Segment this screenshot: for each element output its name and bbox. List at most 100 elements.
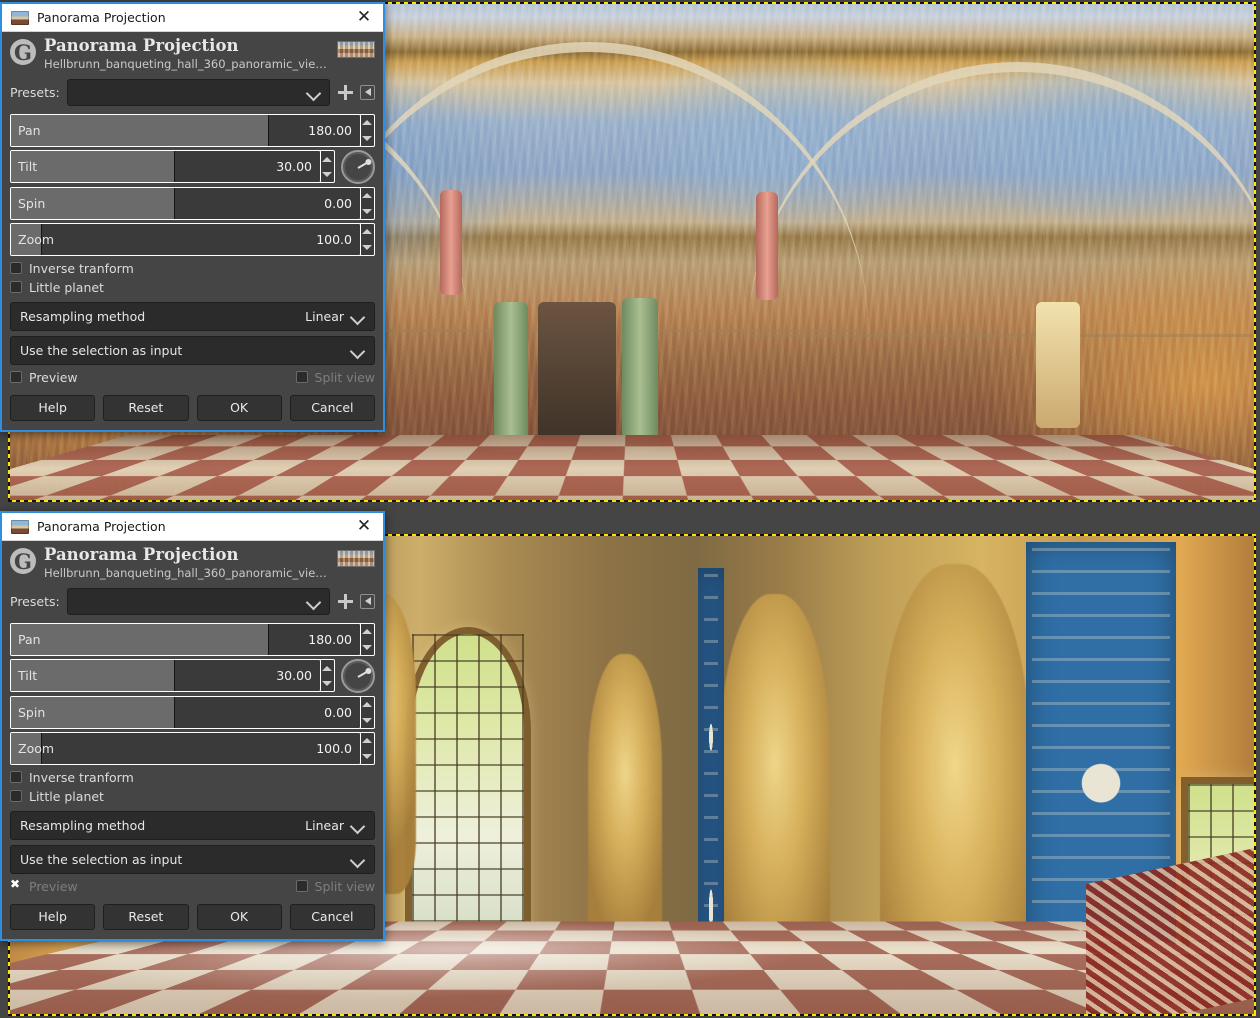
column	[494, 302, 528, 452]
panorama-projection-dialog-1[interactable]: Panorama Projection ✕ G Panorama Project…	[0, 2, 385, 432]
preview-checkbox[interactable]	[10, 371, 22, 383]
inverse-transform-label: Inverse tranform	[29, 261, 134, 276]
input-source-combobox[interactable]: Use the selection as input	[10, 845, 375, 874]
dialog-subheading: Hellbrunn_banqueting_hall_360_panoramic_…	[44, 57, 329, 71]
pan-stepper[interactable]	[360, 114, 375, 147]
little-planet-row[interactable]: Little planet	[2, 278, 383, 297]
arched-window	[412, 634, 524, 960]
dialog-button-row: Help Reset OK Cancel	[2, 898, 383, 939]
preview-checkbox[interactable]	[10, 880, 22, 892]
preview-label: Preview	[29, 370, 78, 385]
dialog-header: G Panorama Projection Hellbrunn_banqueti…	[2, 32, 383, 77]
input-source-label: Use the selection as input	[20, 852, 182, 867]
help-button[interactable]: Help	[10, 395, 95, 421]
tilt-dial[interactable]	[341, 659, 375, 693]
tilt-stepper[interactable]	[320, 150, 335, 183]
pan-stepper[interactable]	[360, 623, 375, 656]
chevron-down-icon	[352, 821, 365, 829]
spin-stepper[interactable]	[360, 187, 375, 220]
slider-group: Pan 180.00 Tilt 30.00 Spin 0.00	[2, 114, 383, 256]
pan-value: 180.00	[308, 123, 360, 138]
spin-stepper[interactable]	[360, 696, 375, 729]
gimp-logo-icon: G	[10, 39, 36, 65]
dialog-titlebar[interactable]: Panorama Projection ✕	[2, 4, 383, 32]
little-planet-row[interactable]: Little planet	[2, 787, 383, 806]
reset-button[interactable]: Reset	[103, 904, 188, 930]
zoom-stepper[interactable]	[360, 223, 375, 256]
reset-button[interactable]: Reset	[103, 395, 188, 421]
chevron-down-icon	[352, 346, 365, 354]
little-planet-label: Little planet	[29, 280, 104, 295]
resampling-method-combobox[interactable]: Resampling method Linear	[10, 811, 375, 840]
spin-slider[interactable]: Spin 0.00	[10, 187, 361, 220]
inverse-transform-checkbox[interactable]	[10, 771, 22, 783]
zoom-value: 100.0	[316, 741, 360, 756]
tilt-stepper[interactable]	[320, 659, 335, 692]
pan-slider[interactable]: Pan 180.00	[10, 114, 361, 147]
ok-button[interactable]: OK	[197, 904, 282, 930]
dialog-subheading: Hellbrunn_banqueting_hall_360_panoramic_…	[44, 566, 329, 580]
spin-slider[interactable]: Spin 0.00	[10, 696, 361, 729]
close-icon[interactable]: ✕	[351, 6, 377, 30]
spin-value: 0.00	[324, 705, 360, 720]
dialog-titlebar[interactable]: Panorama Projection ✕	[2, 513, 383, 541]
panorama-projection-dialog-2[interactable]: Panorama Projection ✕ G Panorama Project…	[0, 511, 385, 941]
resampling-method-label: Resampling method	[20, 818, 145, 833]
help-button[interactable]: Help	[10, 904, 95, 930]
inverse-transform-row[interactable]: Inverse tranform	[2, 259, 383, 278]
zoom-label: Zoom	[11, 232, 54, 247]
spin-value: 0.00	[324, 196, 360, 211]
little-planet-checkbox[interactable]	[10, 790, 22, 802]
resampling-method-label: Resampling method	[20, 309, 145, 324]
cancel-button[interactable]: Cancel	[290, 904, 375, 930]
zoom-slider[interactable]: Zoom 100.0	[10, 732, 361, 765]
preset-menu-icon[interactable]	[360, 594, 375, 609]
zoom-slider[interactable]: Zoom 100.0	[10, 223, 361, 256]
chevron-down-icon	[352, 312, 365, 320]
slider-row-zoom: Zoom 100.0	[10, 223, 375, 256]
slider-row-pan: Pan 180.00	[10, 623, 375, 656]
spin-label: Spin	[11, 196, 45, 211]
split-view-label: Split view	[315, 370, 375, 385]
close-icon[interactable]: ✕	[351, 515, 377, 539]
pan-slider[interactable]: Pan 180.00	[10, 623, 361, 656]
ok-button[interactable]: OK	[197, 395, 282, 421]
input-source-combobox[interactable]: Use the selection as input	[10, 336, 375, 365]
column	[622, 298, 658, 454]
preview-thumbnail-icon	[337, 550, 375, 567]
chevron-down-icon	[308, 597, 321, 605]
column	[440, 190, 462, 295]
window-title: Panorama Projection	[37, 519, 343, 534]
chevron-down-icon	[308, 88, 321, 96]
tilt-value: 30.00	[276, 668, 320, 683]
slider-row-spin: Spin 0.00	[10, 187, 375, 220]
split-view-checkbox[interactable]	[296, 371, 308, 383]
gimp-logo-icon: G	[10, 548, 36, 574]
add-preset-icon[interactable]	[337, 84, 353, 100]
inverse-transform-row[interactable]: Inverse tranform	[2, 768, 383, 787]
tilt-slider[interactable]: Tilt 30.00	[10, 659, 321, 692]
zoom-value: 100.0	[316, 232, 360, 247]
tilt-dial[interactable]	[341, 150, 375, 184]
panorama-thumbnail-icon	[11, 520, 29, 534]
window-title: Panorama Projection	[37, 10, 343, 25]
dialog-button-row: Help Reset OK Cancel	[2, 389, 383, 430]
tilt-slider[interactable]: Tilt 30.00	[10, 150, 321, 183]
tilt-label: Tilt	[11, 668, 37, 683]
presets-combobox[interactable]	[67, 79, 330, 106]
slider-group: Pan 180.00 Tilt 30.00 Spin 0.00	[2, 623, 383, 765]
preset-menu-icon[interactable]	[360, 85, 375, 100]
split-view-checkbox[interactable]	[296, 880, 308, 892]
presets-combobox[interactable]	[67, 588, 330, 615]
little-planet-checkbox[interactable]	[10, 281, 22, 293]
zoom-label: Zoom	[11, 741, 54, 756]
zoom-stepper[interactable]	[360, 732, 375, 765]
add-preset-icon[interactable]	[337, 593, 353, 609]
inverse-transform-checkbox[interactable]	[10, 262, 22, 274]
little-planet-label: Little planet	[29, 789, 104, 804]
cancel-button[interactable]: Cancel	[290, 395, 375, 421]
preview-thumbnail-icon	[337, 41, 375, 58]
resampling-method-combobox[interactable]: Resampling method Linear	[10, 302, 375, 331]
presets-row: Presets:	[2, 586, 383, 623]
resampling-method-value: Linear	[305, 818, 344, 833]
